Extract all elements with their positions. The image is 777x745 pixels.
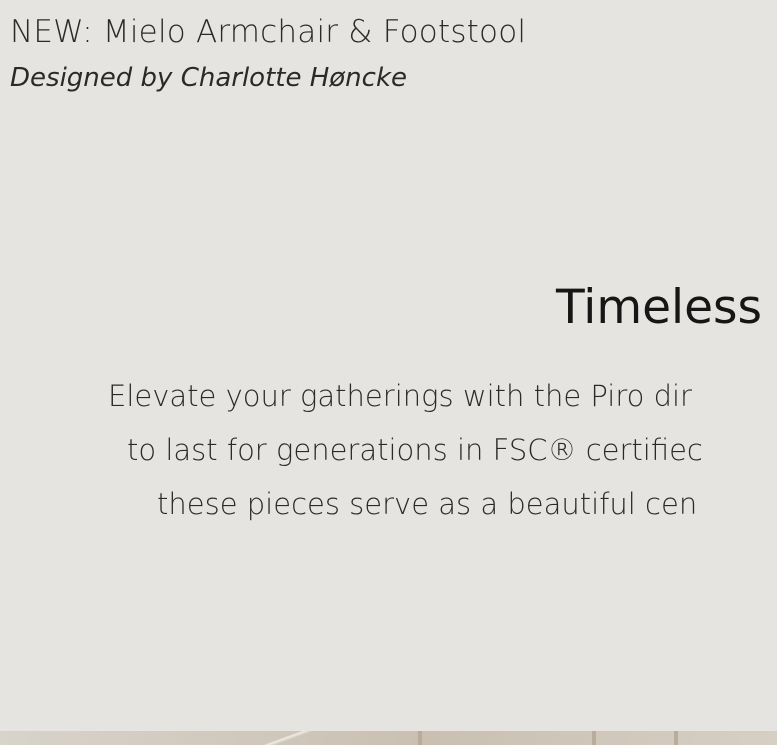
photo-detail xyxy=(418,731,422,745)
description-line-text: to last for generations in FSC® certifie… xyxy=(127,433,703,467)
section-heading: Timeless xyxy=(556,280,762,335)
description-line: these pieces serve as a beautiful cen xyxy=(0,487,777,545)
section-description: Elevate your gatherings with the Piro di… xyxy=(0,383,777,545)
description-line-text: these pieces serve as a beautiful cen xyxy=(157,487,698,521)
photo-detail xyxy=(265,731,315,745)
promo-title[interactable]: NEW: Mielo Armchair & Footstool xyxy=(10,12,526,52)
promo-designer-credit: Designed by Charlotte Høncke xyxy=(10,63,408,93)
promo-banner[interactable]: NEW: Mielo Armchair & Footstool Designed… xyxy=(10,12,526,96)
photo-detail xyxy=(674,731,678,745)
product-photo[interactable] xyxy=(0,731,777,745)
description-line-text: Elevate your gatherings with the Piro di… xyxy=(108,383,692,413)
photo-detail xyxy=(592,731,596,745)
